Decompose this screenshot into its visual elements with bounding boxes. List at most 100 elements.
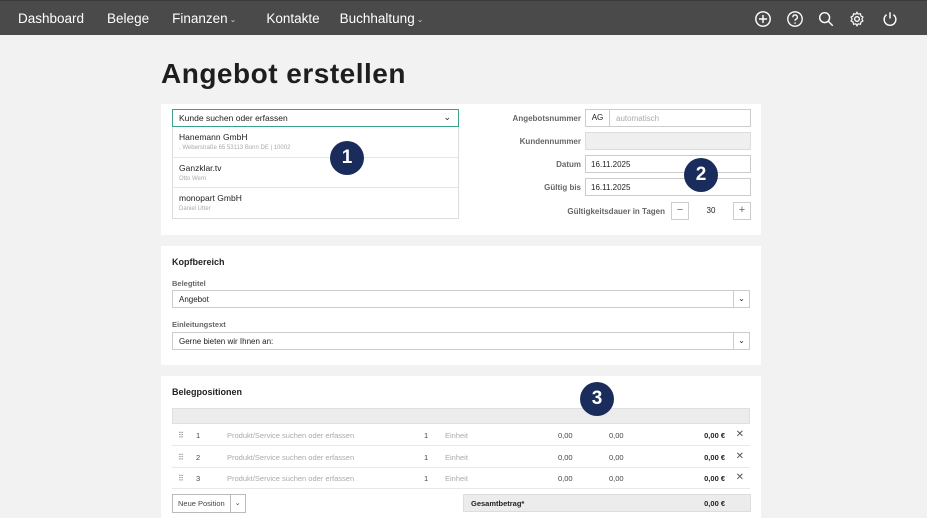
customer-select-label: Kunde suchen oder erfassen — [179, 113, 288, 123]
valid-until-field[interactable]: 16.11.2025 — [585, 178, 751, 196]
chevron-down-icon[interactable]: ⌄ — [733, 291, 749, 307]
nav-dashboard-label: Dashboard — [18, 10, 85, 26]
validity-days-value[interactable]: 30 — [685, 202, 737, 220]
product-search-input[interactable]: Produkt/Service suchen oder erfassen — [227, 431, 354, 440]
annotation-badge-3: 3 — [580, 382, 614, 416]
drag-handle-icon[interactable]: ⠿ — [178, 453, 184, 462]
customer-option-name: Hanemann GmbH — [179, 132, 248, 142]
discount-input[interactable]: 0,00 — [609, 474, 624, 483]
drag-handle-icon[interactable]: ⠿ — [178, 474, 184, 483]
offer-number-label: Angebotsnummer — [512, 114, 581, 123]
doc-title-label: Belegtitel — [172, 279, 206, 288]
customer-option[interactable]: monopart GmbH Daniel Utter — [173, 188, 458, 219]
valid-until-label: Gültig bis — [544, 183, 581, 192]
gear-icon[interactable] — [848, 10, 866, 28]
offer-number-placeholder: automatisch — [616, 114, 660, 123]
intro-text-value: Gerne bieten wir Ihnen an: — [179, 337, 274, 346]
unit-input[interactable]: Einheit — [445, 474, 468, 483]
total-label: Gesamtbetrag* — [471, 499, 525, 508]
price-input[interactable]: 0,00 — [558, 431, 573, 440]
table-row: ⠿ 2 Produkt/Service suchen oder erfassen… — [172, 447, 750, 468]
doc-title-select[interactable]: Angebot ⌄ — [172, 290, 750, 308]
chevron-down-icon: ⌄ — [416, 15, 424, 24]
close-icon[interactable]: ✕ — [736, 451, 744, 462]
customer-number-label: Kundennummer — [519, 137, 581, 146]
nav-finanzen-label: Finanzen — [172, 10, 228, 26]
power-icon[interactable] — [881, 10, 899, 28]
close-icon[interactable]: ✕ — [736, 472, 744, 483]
unit-input[interactable]: Einheit — [445, 431, 468, 440]
nav-kontakte[interactable]: Kontakte — [266, 11, 319, 26]
position-number: 1 — [196, 431, 201, 440]
date-value: 16.11.2025 — [591, 160, 631, 169]
increase-days-button[interactable]: + — [733, 202, 751, 220]
intro-text-select[interactable]: Gerne bieten wir Ihnen an: ⌄ — [172, 332, 750, 350]
valid-until-value: 16.11.2025 — [591, 183, 631, 192]
customer-option-sub: Daniel Utter — [179, 206, 211, 213]
price-input[interactable]: 0,00 — [558, 453, 573, 462]
table-row: ⠿ 3 Produkt/Service suchen oder erfassen… — [172, 468, 750, 489]
page-title: Angebot erstellen — [161, 58, 406, 89]
discount-input[interactable]: 0,00 — [609, 453, 624, 462]
product-search-input[interactable]: Produkt/Service suchen oder erfassen — [227, 474, 354, 483]
annotation-badge-1: 1 — [330, 141, 364, 175]
nav-buchhaltung[interactable]: Buchhaltung ⌄ — [340, 11, 424, 26]
customer-search-select[interactable]: Kunde suchen oder erfassen ⌄ — [172, 109, 459, 127]
nav-finanzen[interactable]: Finanzen ⌄ — [172, 11, 236, 26]
customer-option[interactable]: Ganzklar.tv Otto Wern — [173, 158, 458, 189]
offer-number-field[interactable]: AG automatisch — [585, 109, 751, 127]
nav-kontakte-label: Kontakte — [266, 10, 320, 26]
customer-option-sub: Otto Wern — [179, 175, 207, 182]
nav-belege[interactable]: Belege — [107, 11, 149, 26]
customer-option[interactable]: Hanemann GmbH , Weberstraße 65 53113 Bon… — [173, 127, 458, 158]
intro-text-label: Einleitungstext — [172, 320, 226, 329]
row-total: 0,00 € — [704, 431, 725, 440]
quantity-input[interactable]: 1 — [424, 453, 428, 462]
offer-prefix: AG — [586, 110, 610, 126]
top-navigation: Dashboard Belege Finanzen ⌄ Kontakte Buch… — [0, 0, 927, 35]
discount-input[interactable]: 0,00 — [609, 431, 624, 440]
positions-title: Belegpositionen — [172, 387, 243, 397]
date-label: Datum — [556, 160, 581, 169]
annotation-badge-2: 2 — [684, 158, 718, 192]
table-row: ⠿ 1 Produkt/Service suchen oder erfassen… — [172, 425, 750, 446]
quantity-input[interactable]: 1 — [424, 474, 428, 483]
total-value: 0,00 € — [704, 499, 725, 508]
customer-option-sub: , Weberstraße 65 53113 Bonn DE | 10002 — [179, 145, 291, 151]
chevron-down-icon: ⌄ — [229, 15, 237, 24]
nav-dashboard[interactable]: Dashboard — [18, 11, 84, 26]
quantity-input[interactable]: 1 — [424, 431, 428, 440]
search-icon[interactable] — [817, 10, 835, 28]
header-section-title: Kopfbereich — [172, 257, 225, 267]
customer-option-name: monopart GmbH — [179, 193, 242, 204]
close-icon[interactable]: ✕ — [736, 429, 744, 440]
nav-buchhaltung-label: Buchhaltung — [339, 10, 415, 26]
chevron-down-icon[interactable]: ⌄ — [733, 333, 749, 349]
position-number: 3 — [196, 474, 201, 483]
row-total: 0,00 € — [704, 474, 725, 483]
plus-circle-icon[interactable] — [754, 10, 772, 28]
date-field[interactable]: 16.11.2025 — [585, 155, 751, 173]
new-position-button[interactable]: Neue Position ⌄ — [172, 494, 246, 513]
unit-input[interactable]: Einheit — [445, 453, 468, 462]
position-number: 2 — [196, 453, 201, 462]
price-input[interactable]: 0,00 — [558, 474, 573, 483]
customer-meta-card: Kunde suchen oder erfassen ⌄ Hanemann Gm… — [161, 104, 761, 235]
nav-belege-label: Belege — [107, 10, 150, 26]
customer-option-name: Ganzklar.tv — [179, 162, 222, 173]
product-search-input[interactable]: Produkt/Service suchen oder erfassen — [227, 453, 354, 462]
header-section-card: Kopfbereich Belegtitel Angebot ⌄ Einleit… — [161, 246, 761, 365]
customer-dropdown: Hanemann GmbH , Weberstraße 65 53113 Bon… — [172, 127, 459, 219]
customer-number-field — [585, 132, 751, 150]
doc-title-value: Angebot — [179, 295, 209, 304]
help-icon[interactable] — [786, 10, 804, 28]
validity-days-label: Gültigkeitsdauer in Tagen — [567, 207, 665, 216]
total-amount-bar: Gesamtbetrag* 0,00 € — [463, 494, 751, 512]
row-total: 0,00 € — [704, 453, 725, 462]
chevron-down-icon[interactable]: ⌄ — [231, 495, 245, 512]
new-position-label: Neue Position — [173, 495, 231, 512]
positions-card: Belegpositionen ⠿ 1 Produkt/Service such… — [161, 376, 761, 518]
positions-table-header — [172, 408, 750, 424]
nav-icon-group — [741, 1, 899, 36]
drag-handle-icon[interactable]: ⠿ — [178, 431, 184, 440]
